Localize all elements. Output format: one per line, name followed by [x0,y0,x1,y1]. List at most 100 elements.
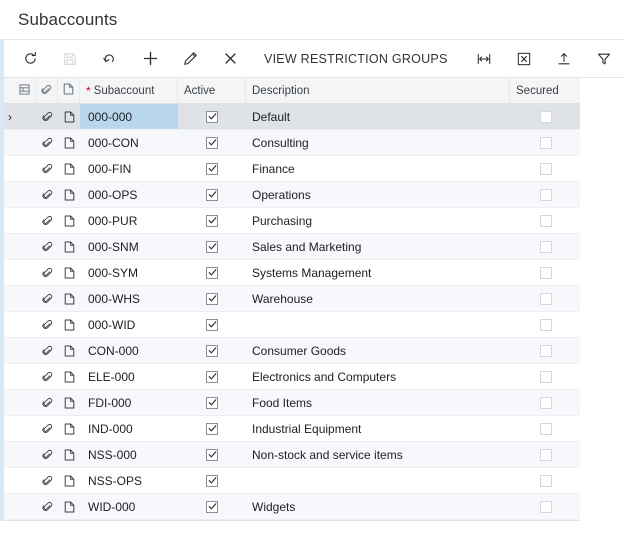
cell-subaccount[interactable]: 000-000 [80,104,178,129]
row-attachment-icon[interactable] [36,390,58,415]
cell-description[interactable]: Widgets [246,494,510,519]
secured-checkbox[interactable] [540,266,552,279]
view-restriction-groups-button[interactable]: VIEW RESTRICTION GROUPS [250,44,462,74]
row-note-icon[interactable] [58,338,80,363]
active-checkbox[interactable] [206,344,218,357]
cell-secured[interactable] [510,338,582,363]
row-attachment-icon[interactable] [36,234,58,259]
table-row[interactable]: 000-WID [0,312,624,338]
row-note-icon[interactable] [58,130,80,155]
active-checkbox[interactable] [206,318,218,331]
row-note-icon[interactable] [58,442,80,467]
cell-subaccount[interactable]: 000-PUR [80,208,178,233]
cell-secured[interactable] [510,104,582,129]
row-note-icon[interactable] [58,286,80,311]
column-config-button[interactable] [14,78,36,103]
cell-secured[interactable] [510,130,582,155]
row-attachment-icon[interactable] [36,468,58,493]
header-active[interactable]: Active [178,78,246,103]
secured-checkbox[interactable] [540,474,552,487]
row-note-icon[interactable] [58,182,80,207]
cell-description[interactable]: Industrial Equipment [246,416,510,441]
secured-checkbox[interactable] [540,448,552,461]
cell-active[interactable] [178,468,246,493]
cell-active[interactable] [178,208,246,233]
table-row[interactable]: CON-000 Consumer Goods [0,338,624,364]
secured-checkbox[interactable] [540,344,552,357]
secured-checkbox[interactable] [540,370,552,383]
note-column-header[interactable] [58,78,80,103]
cell-subaccount[interactable]: 000-FIN [80,156,178,181]
row-note-icon[interactable] [58,156,80,181]
header-secured[interactable]: Secured [510,78,582,103]
table-row[interactable]: ELE-000 Electronics and Computers [0,364,624,390]
table-row[interactable]: 000-SYM Systems Management [0,260,624,286]
cell-subaccount[interactable]: IND-000 [80,416,178,441]
cell-subaccount[interactable]: FDI-000 [80,390,178,415]
cell-subaccount[interactable]: WID-000 [80,494,178,519]
row-attachment-icon[interactable] [36,364,58,389]
cell-description[interactable]: Warehouse [246,286,510,311]
active-checkbox[interactable] [206,474,218,487]
cell-subaccount[interactable]: ELE-000 [80,364,178,389]
row-attachment-icon[interactable] [36,338,58,363]
cell-active[interactable] [178,182,246,207]
edit-button[interactable] [170,44,210,74]
cell-secured[interactable] [510,156,582,181]
cell-description[interactable]: Non-stock and service items [246,442,510,467]
refresh-button[interactable] [10,44,50,74]
row-attachment-icon[interactable] [36,286,58,311]
secured-checkbox[interactable] [540,214,552,227]
cell-description[interactable]: Operations [246,182,510,207]
cell-secured[interactable] [510,208,582,233]
cell-active[interactable] [178,338,246,363]
row-note-icon[interactable] [58,364,80,389]
cell-secured[interactable] [510,286,582,311]
row-attachment-icon[interactable] [36,260,58,285]
cell-active[interactable] [178,494,246,519]
cell-active[interactable] [178,364,246,389]
table-row[interactable]: 000-PUR Purchasing [0,208,624,234]
cell-active[interactable] [178,104,246,129]
active-checkbox[interactable] [206,396,218,409]
active-checkbox[interactable] [206,136,218,149]
cell-subaccount[interactable]: 000-CON [80,130,178,155]
table-row[interactable]: NSS-000 Non-stock and service items [0,442,624,468]
row-attachment-icon[interactable] [36,312,58,337]
cell-active[interactable] [178,130,246,155]
cell-description[interactable]: Sales and Marketing [246,234,510,259]
row-attachment-icon[interactable] [36,442,58,467]
table-row[interactable]: 000-SNM Sales and Marketing [0,234,624,260]
secured-checkbox[interactable] [540,422,552,435]
active-checkbox[interactable] [206,370,218,383]
cell-active[interactable] [178,416,246,441]
attachment-column-header[interactable] [36,78,58,103]
secured-checkbox[interactable] [540,292,552,305]
secured-checkbox[interactable] [540,318,552,331]
cell-description[interactable]: Electronics and Computers [246,364,510,389]
row-attachment-icon[interactable] [36,416,58,441]
cell-subaccount[interactable]: NSS-OPS [80,468,178,493]
cell-subaccount[interactable]: 000-WHS [80,286,178,311]
active-checkbox[interactable] [206,292,218,305]
row-note-icon[interactable] [58,234,80,259]
row-note-icon[interactable] [58,208,80,233]
row-attachment-icon[interactable] [36,182,58,207]
cell-active[interactable] [178,286,246,311]
row-attachment-icon[interactable] [36,494,58,519]
header-description[interactable]: Description [246,78,510,103]
row-note-icon[interactable] [58,260,80,285]
active-checkbox[interactable] [206,448,218,461]
cell-secured[interactable] [510,390,582,415]
save-button[interactable] [50,44,90,74]
row-note-icon[interactable] [58,416,80,441]
secured-checkbox[interactable] [540,162,552,175]
cell-active[interactable] [178,390,246,415]
cell-description[interactable]: Food Items [246,390,510,415]
cell-secured[interactable] [510,182,582,207]
secured-checkbox[interactable] [540,500,552,513]
cell-description[interactable]: Default [246,104,510,129]
row-note-icon[interactable] [58,468,80,493]
cell-subaccount[interactable]: 000-SNM [80,234,178,259]
cell-active[interactable] [178,442,246,467]
